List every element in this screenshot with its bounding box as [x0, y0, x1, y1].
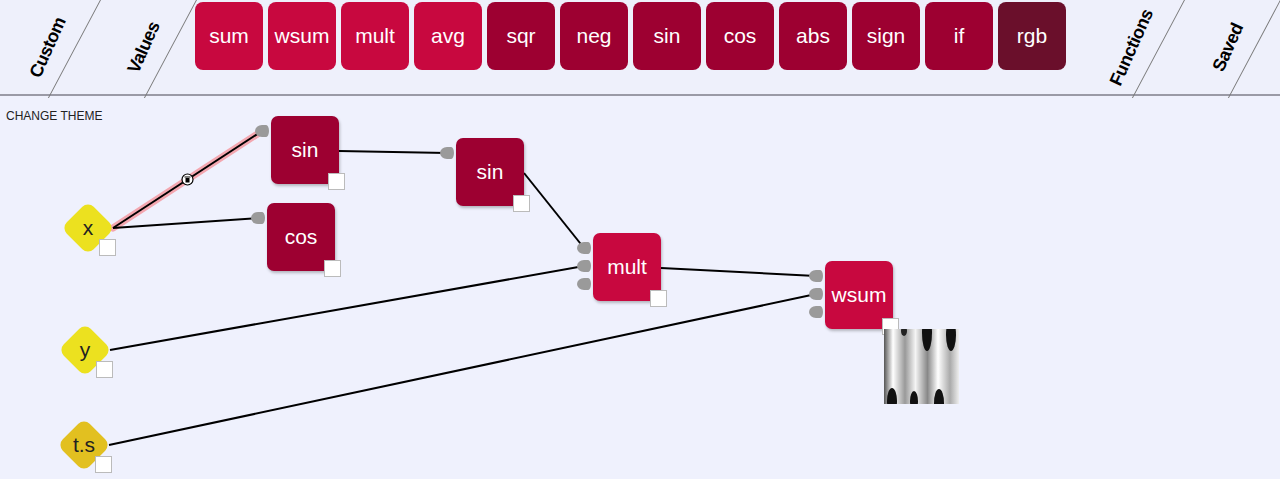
delete-icon[interactable]	[182, 174, 193, 185]
panel-tab[interactable]: Values	[96, 0, 192, 94]
function-button[interactable]: neg	[560, 2, 628, 70]
right-tabs: FunctionsSaved	[1084, 0, 1280, 94]
input-node[interactable]: y	[58, 323, 112, 377]
panel-tab[interactable]: Functions	[1084, 0, 1180, 94]
input-node[interactable]: x	[61, 201, 115, 255]
function-node[interactable]: wsum	[825, 261, 893, 329]
function-button[interactable]: sign	[852, 2, 920, 70]
node-handle[interactable]	[99, 239, 116, 256]
wire[interactable]	[113, 131, 262, 228]
function-palette: sumwsummultavgsqrnegsincosabssignifrgb	[192, 0, 1066, 70]
input-port[interactable]	[440, 147, 454, 159]
wire[interactable]	[110, 266, 584, 350]
input-port[interactable]	[255, 125, 269, 137]
function-button[interactable]: cos	[706, 2, 774, 70]
function-node[interactable]: sin	[271, 116, 339, 184]
function-button[interactable]: wsum	[268, 2, 336, 70]
function-node[interactable]: mult	[593, 233, 661, 301]
wire[interactable]	[113, 218, 258, 228]
node-handle[interactable]	[328, 173, 345, 190]
toolbar: CustomValuessumwsummultavgsqrnegsincosab…	[0, 0, 1280, 96]
panel-tab[interactable]: Saved	[1180, 0, 1276, 94]
function-button[interactable]: abs	[779, 2, 847, 70]
node-handle[interactable]	[324, 260, 341, 277]
input-port[interactable]	[809, 306, 823, 318]
function-button[interactable]: sum	[195, 2, 263, 70]
wire[interactable]	[661, 268, 816, 276]
node-handle[interactable]	[513, 195, 530, 212]
panel-tab[interactable]: Custom	[0, 0, 96, 94]
input-port[interactable]	[577, 260, 591, 272]
node-handle[interactable]	[95, 456, 112, 473]
input-port[interactable]	[809, 270, 823, 282]
input-port[interactable]	[577, 242, 591, 254]
input-port[interactable]	[809, 288, 823, 300]
left-tabs: CustomValues	[0, 0, 192, 94]
wire[interactable]	[339, 151, 447, 153]
input-port[interactable]	[251, 212, 265, 224]
node-handle[interactable]	[96, 361, 113, 378]
wire[interactable]	[109, 294, 816, 445]
function-button[interactable]: rgb	[998, 2, 1066, 70]
node-handle[interactable]	[650, 290, 667, 307]
graph-canvas[interactable]: CHANGE THEME x y t.s sin cos sin mult wsum	[0, 96, 1280, 479]
function-button[interactable]: sin	[633, 2, 701, 70]
function-button[interactable]: mult	[341, 2, 409, 70]
function-button[interactable]: sqr	[487, 2, 555, 70]
input-port[interactable]	[577, 278, 591, 290]
function-node[interactable]: cos	[267, 203, 335, 271]
wire[interactable]	[524, 173, 584, 248]
output-preview	[884, 329, 959, 404]
function-node[interactable]: sin	[456, 138, 524, 206]
change-theme-button[interactable]: CHANGE THEME	[0, 96, 108, 123]
app: CustomValuessumwsummultavgsqrnegsincosab…	[0, 0, 1280, 479]
function-button[interactable]: if	[925, 2, 993, 70]
input-node[interactable]: t.s	[57, 418, 111, 472]
function-button[interactable]: avg	[414, 2, 482, 70]
